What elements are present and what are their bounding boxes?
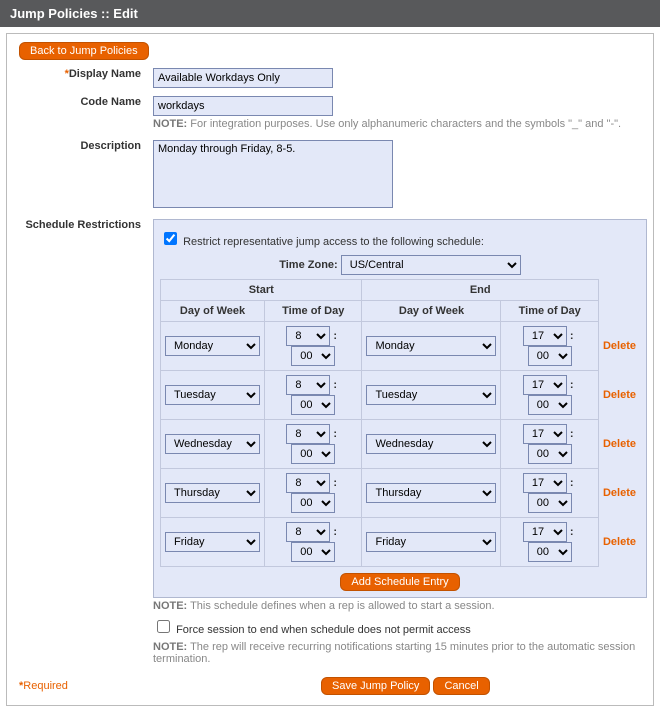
schedule-note: NOTE: This schedule defines when a rep i… [153,598,647,614]
end-day-select[interactable]: Friday [366,532,496,552]
bottom-bar: *Required Save Jump Policy Cancel [7,671,653,705]
end-hour-select[interactable]: 17 [523,473,567,493]
end-hour-select[interactable]: 17 [523,375,567,395]
description-input[interactable]: Monday through Friday, 8-5. [153,140,393,208]
force-end-checkbox[interactable] [157,620,170,633]
delete-link[interactable]: Delete [603,536,636,548]
code-name-label: Code Name [7,92,147,136]
table-row: Friday8:00Friday17:00Delete [161,518,641,567]
start-day-select[interactable]: Tuesday [165,385,260,405]
col-end-day: Day of Week [362,301,501,322]
code-name-input[interactable] [153,96,333,116]
required-legend: *Required [19,680,68,692]
end-min-select[interactable]: 00 [528,395,572,415]
start-min-select[interactable]: 00 [291,542,335,562]
start-day-select[interactable]: Friday [165,532,260,552]
display-name-label: *Display Name [7,64,147,92]
table-row: Tuesday8:00Tuesday17:00Delete [161,371,641,420]
end-day-select[interactable]: Monday [366,336,496,356]
form-table: *Display Name Code Name NOTE: For integr… [7,64,653,671]
end-day-select[interactable]: Wednesday [366,434,496,454]
schedule-box: Restrict representative jump access to t… [153,219,647,598]
start-hour-select[interactable]: 8 [286,424,330,444]
back-button[interactable]: Back to Jump Policies [19,42,149,60]
end-hour-select[interactable]: 17 [523,424,567,444]
schedule-table: Start End Day of Week Time of Day Day of… [160,279,640,567]
page-header: Jump Policies :: Edit [0,0,660,27]
page-title: Jump Policies :: Edit [10,6,138,21]
start-min-select[interactable]: 00 [291,395,335,415]
end-hour-select[interactable]: 17 [523,326,567,346]
start-day-select[interactable]: Thursday [165,483,260,503]
end-min-select[interactable]: 00 [528,444,572,464]
display-name-input[interactable] [153,68,333,88]
start-day-select[interactable]: Wednesday [165,434,260,454]
add-schedule-entry-button[interactable]: Add Schedule Entry [340,573,459,591]
timezone-row: Time Zone: US/Central [160,251,640,279]
timezone-label: Time Zone: [279,259,341,271]
end-hour-select[interactable]: 17 [523,522,567,542]
force-end-label: Force session to end when schedule does … [176,624,471,636]
top-bar: Back to Jump Policies [7,34,653,64]
start-hour-select[interactable]: 8 [286,326,330,346]
delete-link[interactable]: Delete [603,487,636,499]
cancel-button[interactable]: Cancel [433,677,489,695]
col-start-time: Time of Day [265,301,362,322]
table-row: Monday8:00Monday17:00Delete [161,322,641,371]
delete-link[interactable]: Delete [603,438,636,450]
table-row: Thursday8:00Thursday17:00Delete [161,469,641,518]
col-start: Start [161,280,362,301]
description-label: Description [7,136,147,215]
table-row: Wednesday8:00Wednesday17:00Delete [161,420,641,469]
start-min-select[interactable]: 00 [291,444,335,464]
col-start-day: Day of Week [161,301,265,322]
col-actions [598,280,640,322]
start-day-select[interactable]: Monday [165,336,260,356]
end-day-select[interactable]: Thursday [366,483,496,503]
end-min-select[interactable]: 00 [528,493,572,513]
end-min-select[interactable]: 00 [528,542,572,562]
start-min-select[interactable]: 00 [291,346,335,366]
restrict-checkbox[interactable] [164,232,177,245]
col-end-time: Time of Day [501,301,598,322]
start-min-select[interactable]: 00 [291,493,335,513]
end-day-select[interactable]: Tuesday [366,385,496,405]
save-button[interactable]: Save Jump Policy [321,677,430,695]
restrict-label: Restrict representative jump access to t… [183,236,484,248]
code-name-note: NOTE: For integration purposes. Use only… [153,116,647,132]
start-hour-select[interactable]: 8 [286,473,330,493]
form-container: Back to Jump Policies *Display Name Code… [6,33,654,706]
start-hour-select[interactable]: 8 [286,375,330,395]
start-hour-select[interactable]: 8 [286,522,330,542]
force-end-note: NOTE: The rep will receive recurring not… [153,639,647,667]
delete-link[interactable]: Delete [603,389,636,401]
timezone-select[interactable]: US/Central [341,255,521,275]
col-end: End [362,280,598,301]
end-min-select[interactable]: 00 [528,346,572,366]
delete-link[interactable]: Delete [603,340,636,352]
schedule-restrictions-label: Schedule Restrictions [7,215,147,671]
